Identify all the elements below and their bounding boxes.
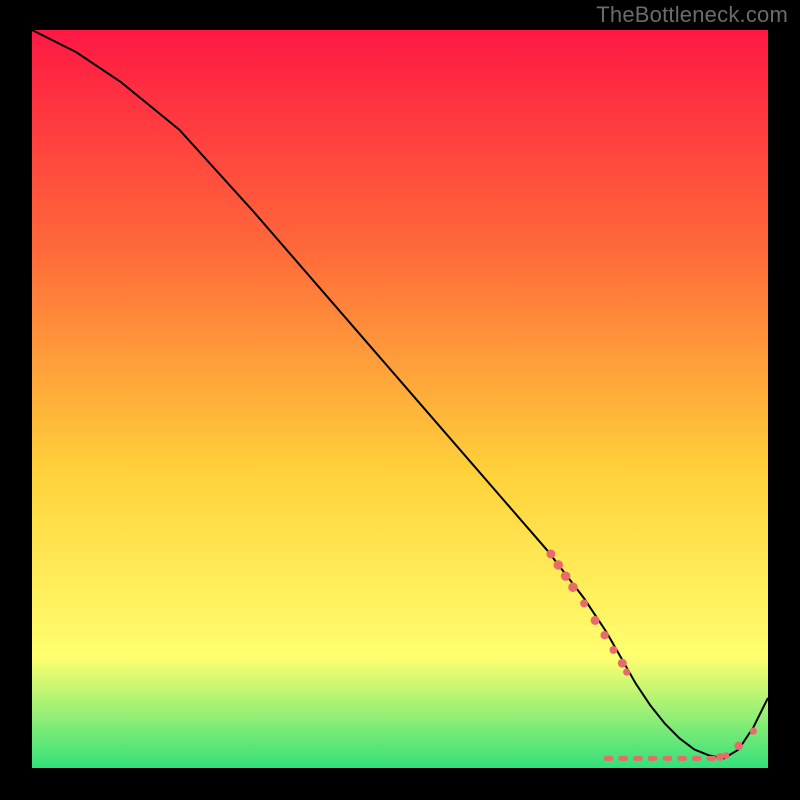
chart-frame: TheBottleneck.com	[0, 0, 800, 800]
data-marker	[716, 753, 724, 761]
data-marker	[734, 742, 742, 750]
plot-area	[32, 30, 768, 768]
data-marker	[610, 646, 618, 654]
data-marker	[580, 600, 588, 608]
data-marker	[600, 631, 608, 639]
data-marker	[750, 727, 757, 734]
data-marker	[553, 560, 563, 570]
bottleneck-chart	[32, 30, 768, 768]
data-marker	[723, 752, 730, 759]
data-marker	[561, 571, 571, 581]
data-marker	[568, 582, 578, 592]
data-marker	[546, 550, 555, 559]
gradient-background	[32, 30, 768, 768]
data-marker	[623, 668, 630, 675]
data-marker	[618, 659, 627, 668]
watermark-text: TheBottleneck.com	[596, 2, 788, 28]
data-marker	[591, 616, 600, 625]
